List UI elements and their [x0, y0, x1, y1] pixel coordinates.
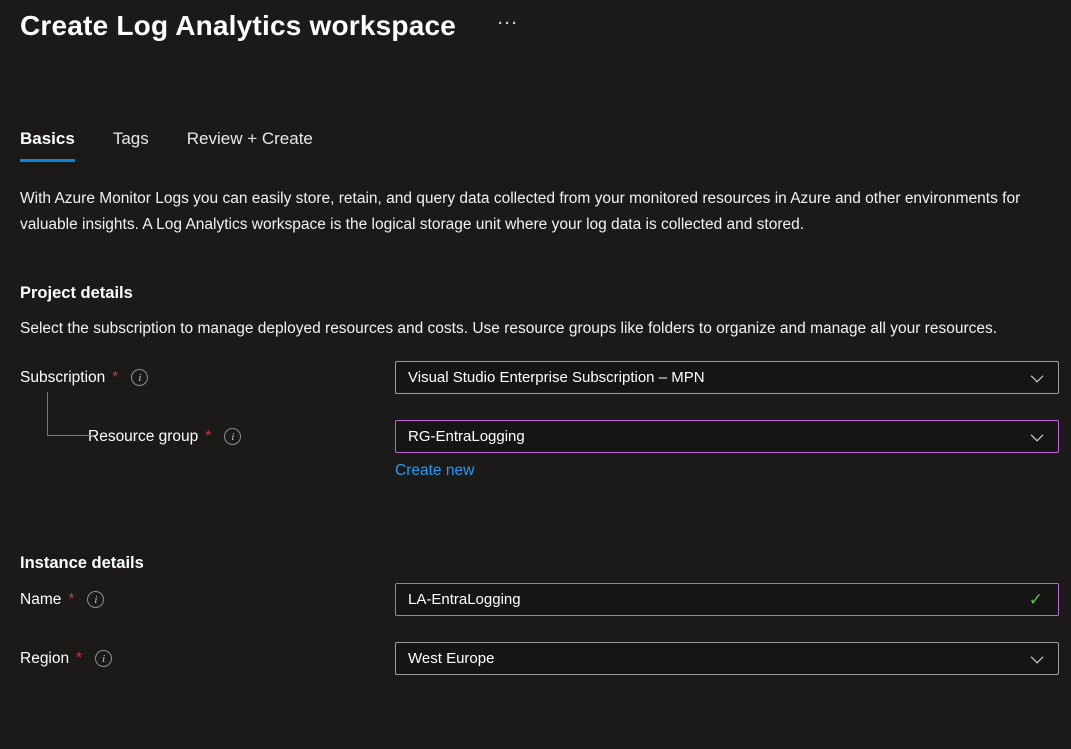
resource-group-dropdown-value: RG-EntraLogging — [408, 428, 525, 445]
resource-group-connector-line — [47, 392, 93, 436]
info-icon[interactable]: i — [131, 369, 148, 386]
subscription-label: Subscription * i — [20, 361, 395, 394]
name-input-value: LA-EntraLogging — [408, 591, 521, 608]
subscription-row: Subscription * i Visual Studio Enterpris… — [20, 361, 1059, 394]
region-row: Region * i West Europe — [20, 642, 1059, 675]
subscription-label-text: Subscription — [20, 369, 105, 387]
region-label: Region * i — [20, 642, 395, 675]
name-label-text: Name — [20, 591, 61, 609]
tab-review-create[interactable]: Review + Create — [187, 128, 313, 162]
subscription-dropdown[interactable]: Visual Studio Enterprise Subscription – … — [395, 361, 1059, 394]
tab-basics[interactable]: Basics — [20, 128, 75, 162]
project-details-description: Select the subscription to manage deploy… — [20, 316, 1056, 342]
subscription-control: Visual Studio Enterprise Subscription – … — [395, 361, 1059, 394]
resource-group-row: Resource group * i RG-EntraLogging Creat… — [20, 420, 1059, 480]
resource-group-control: RG-EntraLogging Create new — [395, 420, 1059, 480]
instance-details-heading: Instance details — [20, 554, 1059, 573]
project-details-heading: Project details — [20, 284, 1059, 303]
tab-bar: Basics Tags Review + Create — [20, 128, 1059, 162]
project-details-form: Subscription * i Visual Studio Enterpris… — [20, 361, 1059, 480]
chevron-down-icon — [1031, 651, 1044, 664]
required-asterisk: * — [112, 369, 118, 387]
info-icon[interactable]: i — [224, 428, 241, 445]
region-dropdown-value: West Europe — [408, 650, 494, 667]
create-new-link[interactable]: Create new — [395, 462, 474, 480]
region-label-text: Region — [20, 650, 69, 668]
create-log-analytics-workspace-blade: Create Log Analytics workspace ··· Basic… — [0, 0, 1071, 749]
info-icon[interactable]: i — [87, 591, 104, 608]
valid-checkmark-icon: ✓ — [1029, 591, 1043, 608]
info-icon[interactable]: i — [95, 650, 112, 667]
title-bar: Create Log Analytics workspace ··· — [20, 8, 1059, 44]
chevron-down-icon — [1031, 429, 1044, 442]
name-row: Name * i LA-EntraLogging ✓ — [20, 583, 1059, 616]
tab-tags[interactable]: Tags — [113, 128, 149, 162]
region-dropdown[interactable]: West Europe — [395, 642, 1059, 675]
chevron-down-icon — [1031, 370, 1044, 383]
page-title: Create Log Analytics workspace — [20, 8, 456, 44]
name-label: Name * i — [20, 583, 395, 616]
resource-group-dropdown[interactable]: RG-EntraLogging — [395, 420, 1059, 453]
name-input[interactable]: LA-EntraLogging ✓ — [395, 583, 1059, 616]
required-asterisk: * — [205, 428, 211, 446]
more-icon[interactable]: ··· — [498, 14, 519, 34]
required-asterisk: * — [76, 650, 82, 668]
instance-details-form: Name * i LA-EntraLogging ✓ Region * i We… — [20, 583, 1059, 675]
required-asterisk: * — [68, 591, 74, 609]
resource-group-label-text: Resource group — [88, 428, 198, 446]
name-control: LA-EntraLogging ✓ — [395, 583, 1059, 616]
region-control: West Europe — [395, 642, 1059, 675]
subscription-dropdown-value: Visual Studio Enterprise Subscription – … — [408, 369, 705, 386]
intro-text: With Azure Monitor Logs you can easily s… — [20, 186, 1056, 238]
